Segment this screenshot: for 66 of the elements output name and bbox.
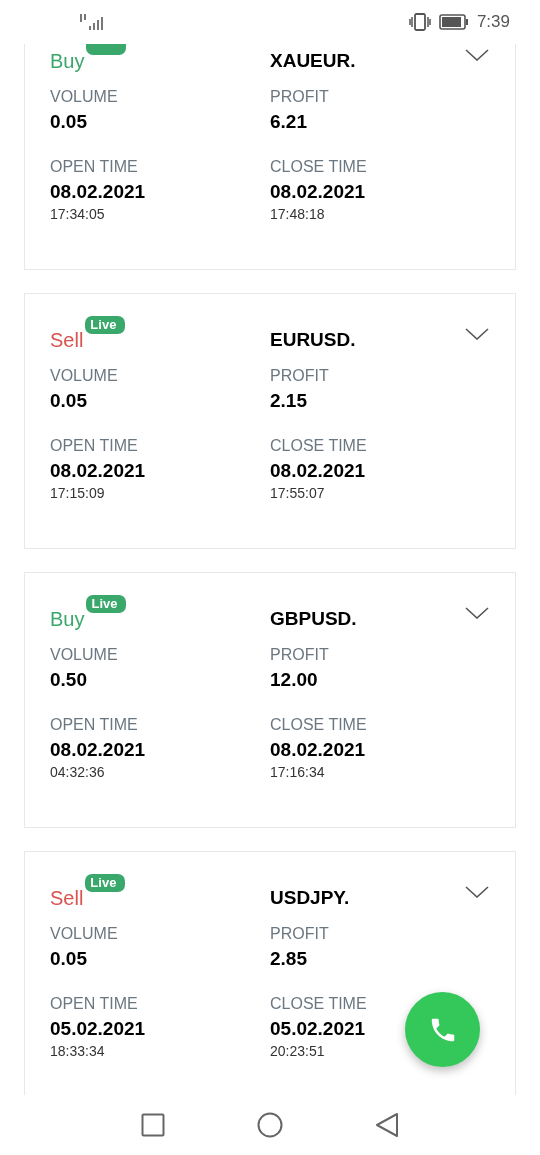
- battery-icon: [438, 14, 469, 30]
- field-label: CLOSE TIME: [270, 994, 367, 1014]
- chevron-down-icon[interactable]: [465, 328, 489, 340]
- field-value: 08.02.2021: [50, 180, 146, 204]
- field-value: 05.02.2021: [50, 1017, 146, 1041]
- home-icon[interactable]: [257, 1112, 283, 1138]
- trade-side: Sell: [50, 328, 84, 352]
- vibrate-icon: [408, 13, 431, 31]
- field-value: 05.02.2021: [270, 1017, 366, 1041]
- field-label: PROFIT: [270, 924, 329, 944]
- field-label: CLOSE TIME: [270, 436, 367, 456]
- status-time: 7:39: [476, 11, 510, 34]
- recent-apps-icon[interactable]: [141, 1113, 165, 1137]
- trade-card[interactable]: Sell Live USDJPY. VOLUME 0.05 PROFIT 2.85 OPEN TIME 05.02.2021 18:33:34 CLOSE TIME 05.02.2021 20:23:51: [24, 851, 516, 1095]
- field-value: 08.02.2021: [270, 459, 366, 483]
- field-value: 08.02.2021: [50, 459, 146, 483]
- symbol: GBPUSD.: [270, 607, 358, 631]
- live-badge: Live: [85, 316, 126, 334]
- field-label: VOLUME: [50, 924, 118, 944]
- symbol: EURUSD.: [270, 328, 357, 352]
- symbol: XAUEUR.: [270, 49, 357, 73]
- field-value: 6.21: [270, 110, 307, 134]
- field-label: VOLUME: [50, 645, 118, 665]
- back-icon[interactable]: [375, 1112, 399, 1138]
- signal-icon: [78, 12, 106, 32]
- field-value: 08.02.2021: [270, 180, 366, 204]
- field-time: 20:23:51: [270, 1042, 325, 1060]
- field-value: 2.85: [270, 947, 307, 971]
- field-label: VOLUME: [50, 87, 118, 107]
- field-label: PROFIT: [270, 645, 329, 665]
- field-time: 17:15:09: [50, 484, 105, 502]
- field-value: 0.05: [50, 389, 87, 413]
- field-label: OPEN TIME: [50, 994, 138, 1014]
- field-value: 0.05: [50, 947, 87, 971]
- field-time: 04:32:36: [50, 763, 105, 781]
- trade-side: Sell: [50, 886, 84, 910]
- field-time: 17:48:18: [270, 205, 325, 223]
- field-label: OPEN TIME: [50, 157, 138, 177]
- field-value: 0.50: [50, 668, 87, 692]
- symbol: USDJPY.: [270, 886, 351, 910]
- field-label: PROFIT: [270, 87, 329, 107]
- field-time: 18:33:34: [50, 1042, 105, 1060]
- field-value: 12.00: [270, 668, 318, 692]
- field-label: VOLUME: [50, 366, 118, 386]
- chevron-down-icon[interactable]: [465, 607, 489, 619]
- field-value: 08.02.2021: [270, 738, 366, 762]
- trade-card[interactable]: Buy XAUEUR. VOLUME 0.05 PROFIT 6.21 OPEN TIME 08.02.2021 17:34:05 CLOSE TIME 08.02.2021 17:48:18: [24, 44, 516, 270]
- chevron-down-icon[interactable]: [465, 886, 489, 898]
- field-label: OPEN TIME: [50, 436, 138, 456]
- trade-side: Buy: [50, 607, 85, 631]
- chevron-down-icon[interactable]: [465, 49, 489, 61]
- trade-side: Buy: [50, 49, 85, 73]
- field-time: 17:16:34: [270, 763, 325, 781]
- trade-card[interactable]: Buy Live GBPUSD. VOLUME 0.50 PROFIT 12.00 OPEN TIME 08.02.2021 04:32:36 CLOSE TIME 08.02.2021 17:16:34: [24, 572, 516, 828]
- field-label: PROFIT: [270, 366, 329, 386]
- field-label: OPEN TIME: [50, 715, 138, 735]
- field-value: 08.02.2021: [50, 738, 146, 762]
- field-time: 17:55:07: [270, 484, 325, 502]
- field-time: 17:34:05: [50, 205, 105, 223]
- trade-card[interactable]: Sell Live EURUSD. VOLUME 0.05 PROFIT 2.15 OPEN TIME 08.02.2021 17:15:09 CLOSE TIME 08.02.2021 17:55:07: [24, 293, 516, 549]
- live-badge: Live: [85, 874, 126, 892]
- field-value: 0.05: [50, 110, 87, 134]
- field-value: 2.15: [270, 389, 307, 413]
- field-label: CLOSE TIME: [270, 715, 367, 735]
- live-badge: Live: [86, 595, 127, 613]
- field-label: CLOSE TIME: [270, 157, 367, 177]
